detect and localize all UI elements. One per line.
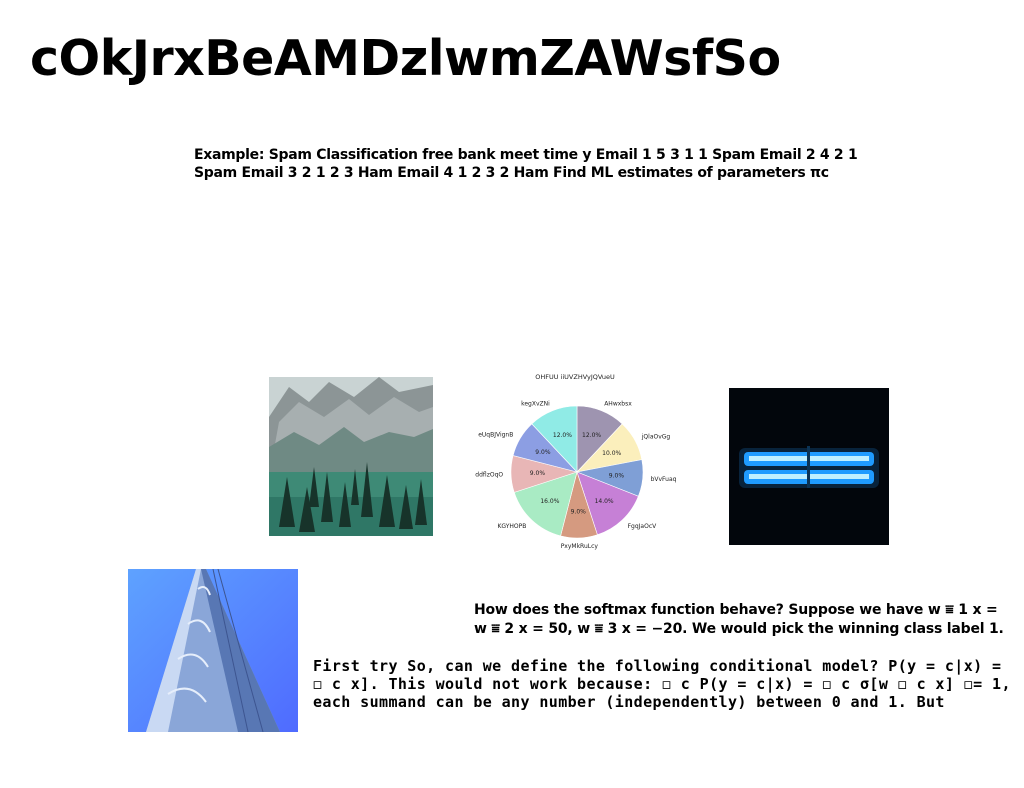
pie-slice-label-0: AHwxbsx	[604, 400, 632, 407]
pie-slice-pct-6: 9.0%	[530, 470, 546, 477]
slide-title: cOkJrxBeAMDzlwmZAWsfSo	[30, 30, 781, 87]
pie-slice-pct-3: 14.0%	[595, 498, 614, 505]
pie-slice-label-5: KGYHOPB	[497, 523, 526, 530]
mountain-forest-image	[269, 377, 433, 536]
glowing-tube-image	[729, 388, 889, 545]
pie-chart: OHFUU iiUVZHVyJQVueU 12.0% AHwxbsx 10.0% jQ…	[470, 368, 680, 568]
pie-slice-label-1: jQlaOvGg	[641, 433, 671, 440]
softmax-paragraph: How does the softmax function behave? Su…	[474, 601, 1024, 639]
pie-slice-label-4: PxyMkRuLcy	[561, 543, 599, 550]
pie-slice-pct-5: 16.0%	[540, 498, 559, 505]
pie-slice-label-6: ddflzOqO	[475, 471, 503, 478]
spam-example-paragraph: Example: Spam Classification free bank m…	[194, 147, 858, 181]
pie-slice-pct-7: 9.0%	[535, 449, 551, 456]
pie-slice-pct-0: 12.0%	[582, 432, 601, 439]
pie-slice-label-8: kegXvZNi	[521, 400, 550, 407]
pie-slice-label-2: bVvFuaq	[651, 476, 677, 483]
pie-slice-pct-1: 10.0%	[602, 450, 621, 457]
softmax-paragraph-line-1: How does the softmax function behave? Su…	[474, 602, 998, 618]
pie-slice-pct-2: 9.0%	[609, 473, 625, 480]
pie-slice-label-7: eUqBJVignB	[478, 431, 513, 438]
softmax-paragraph-line-2: w ⩸ 2 x = 50, w ⩸ 3 x = −20. We would pi…	[474, 621, 1004, 637]
conditional-model-paragraph: First try So, can we define the followin…	[313, 657, 1011, 711]
pie-slice-pct-8: 12.0%	[553, 432, 572, 439]
chart-title: OHFUU iiUVZHVyJQVueU	[535, 373, 615, 381]
skyscraper-image	[128, 569, 298, 732]
pie-slice-label-3: FgqJaOcV	[628, 523, 658, 530]
pie-slice-pct-4: 9.0%	[571, 509, 587, 516]
